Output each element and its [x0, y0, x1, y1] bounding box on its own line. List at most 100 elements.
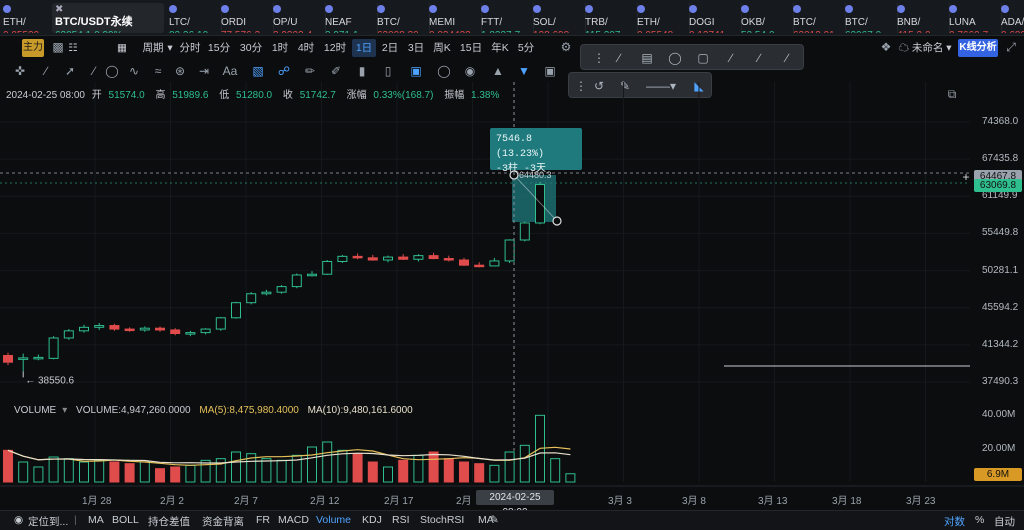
trash-icon[interactable]: ▲ — [490, 63, 506, 79]
expand-icon[interactable]: ⤢ — [1003, 39, 1019, 55]
rect-tool-icon[interactable]: ▢ — [693, 49, 713, 67]
main-force-tag[interactable]: 主力 — [22, 39, 44, 57]
indicator-button[interactable]: Volume — [316, 514, 351, 526]
gear-icon[interactable]: ⚙ — [558, 39, 574, 55]
interval-button[interactable]: 4时 — [294, 39, 318, 57]
interval-button[interactable]: 1时 — [268, 39, 292, 57]
ticker-item[interactable]: SOL/128.698 — [530, 3, 586, 33]
ticker-item[interactable]: ETH/0.05539 — [0, 3, 56, 33]
measure-icon[interactable]: ⇥ — [196, 63, 212, 79]
layout-icon[interactable]: ☷ — [68, 39, 78, 57]
indicator-button[interactable]: 持仓差值 — [148, 514, 190, 529]
interval-button[interactable]: 12时 — [320, 39, 350, 57]
ticker-item[interactable]: BTC/63008.30 — [374, 3, 430, 33]
hline-tool-icon[interactable]: ▤ — [637, 49, 657, 67]
ticker-item[interactable]: LTC/82.2610 — [166, 3, 222, 33]
ticker-item[interactable]: TRB/115.207 — [582, 3, 638, 33]
cloud-save-label[interactable]: ☁ 未命名 ▾ — [898, 39, 952, 57]
brush-icon[interactable]: ✐ — [328, 63, 344, 79]
chart-area[interactable]: ← 38550.6 64480.3 2024-02-25 08:00 开 5157… — [0, 82, 1024, 518]
indicator-button[interactable]: MA — [88, 514, 104, 526]
locate-icon[interactable]: ◉ — [14, 514, 23, 526]
copy-icon[interactable]: ▣ — [542, 63, 558, 79]
ticker-item[interactable]: ✖BTC/USDT永续63054.10.99% — [52, 3, 164, 33]
polyline-icon[interactable]: ∿ — [126, 63, 142, 79]
layout-grid-icon[interactable]: ▦ — [116, 39, 128, 57]
chevron-down-icon[interactable]: ▾ — [62, 405, 67, 416]
interval-button[interactable]: 周K — [430, 39, 454, 57]
indicator-button[interactable]: MACD — [278, 514, 309, 526]
crosshair-icon[interactable]: ✜ — [12, 63, 28, 79]
period-label[interactable]: 周期 — [140, 39, 166, 57]
indicator-button[interactable]: BOLL — [112, 514, 139, 526]
line-tool-icon[interactable]: ∕ — [609, 49, 629, 67]
double-line-icon[interactable]: ∕ — [749, 49, 769, 67]
indicator-button[interactable]: 资金背离 — [202, 514, 244, 529]
interval-button[interactable]: 15分 — [204, 39, 234, 57]
ticker-item[interactable]: BNB/415.30. — [894, 3, 950, 33]
slash-tool-icon[interactable]: ∕ — [721, 49, 741, 67]
volume-bar — [3, 449, 13, 483]
ticker-item[interactable]: BTC/63012.91 — [790, 3, 846, 33]
kline-analysis-button[interactable]: K线分析 — [958, 39, 998, 57]
log-scale-button[interactable]: 对数 — [944, 514, 965, 529]
filter-icon[interactable]: ▼ — [516, 63, 532, 79]
candle — [261, 291, 272, 295]
drag-handle-icon[interactable]: ⋮ — [589, 49, 609, 67]
ticker-item[interactable]: BTC/62967.0 — [842, 3, 898, 33]
pitchfork-icon[interactable]: ⊛ — [172, 63, 188, 79]
ma5-line — [7, 446, 571, 466]
indicator-button[interactable]: StochRSI — [420, 514, 464, 526]
pattern-icon[interactable]: ▧ — [250, 63, 266, 79]
chevron-down-icon[interactable]: ▾ — [166, 39, 174, 57]
indicator-icon[interactable]: ❖ — [878, 39, 894, 55]
fib-icon[interactable]: ≈ — [150, 63, 166, 79]
interval-button[interactable]: 2日 — [378, 39, 402, 57]
close-icon[interactable]: ✖ — [55, 4, 63, 15]
fullscreen-icon[interactable]: ⧉ — [944, 86, 960, 102]
interval-button[interactable]: 30分 — [236, 39, 266, 57]
magnet-icon[interactable]: ▣ — [408, 63, 424, 79]
triple-line-icon[interactable]: ∕ — [777, 49, 797, 67]
ticker-item[interactable]: ADA/0.68979 — [998, 3, 1024, 33]
auto-button[interactable]: 自动 — [994, 514, 1015, 529]
chart-type-icon[interactable]: ▩ — [50, 39, 66, 55]
ray-icon[interactable]: ➚ — [62, 63, 78, 79]
ticker-item[interactable]: ETH/0.05548 — [634, 3, 690, 33]
ticker-price-row: 115.207 — [585, 29, 637, 33]
interval-button[interactable]: 分时 — [178, 39, 202, 57]
candles-icon[interactable]: ▮ — [354, 63, 370, 79]
hide-icon[interactable]: ◉ — [462, 63, 478, 79]
indicator-button[interactable]: RSI — [392, 514, 410, 526]
interval-button[interactable]: 年K — [488, 39, 512, 57]
ticker-item[interactable]: OKB/52.540. — [738, 3, 794, 33]
ruler-icon[interactable]: ✏ — [302, 63, 318, 79]
text-tool-icon[interactable]: Aa — [220, 63, 240, 79]
pattern2-icon[interactable]: ☍ — [276, 63, 292, 79]
interval-button[interactable]: 15日 — [456, 39, 486, 57]
ticker-item[interactable]: MEMI 0.034432 — [426, 3, 482, 33]
ticker-item[interactable]: ORDI77.5763 — [218, 3, 274, 33]
indicator-button[interactable]: FR — [256, 514, 270, 526]
indicator-button[interactable]: KDJ — [362, 514, 382, 526]
add-icon[interactable]: + — [958, 169, 974, 185]
interval-button[interactable]: 1日 — [352, 39, 376, 57]
locate-button[interactable]: 定位到... — [28, 514, 68, 529]
edit-icon[interactable]: ✎ — [490, 514, 499, 526]
ellipse-icon[interactable]: ◯ — [104, 63, 120, 79]
circle-tool-icon[interactable]: ◯ — [665, 49, 685, 67]
parallel-channel-icon[interactable]: ⁄ — [86, 63, 102, 79]
interval-button[interactable]: 5分 — [514, 39, 538, 57]
interval-button[interactable]: 3日 — [404, 39, 428, 57]
ticker-item[interactable]: NEAF3.9711 — [322, 3, 378, 33]
ticker-item[interactable]: FTT/1.82377 — [478, 3, 534, 33]
ticker-item[interactable]: OP/U3.93024 — [270, 3, 326, 33]
ticker-item[interactable]: LUNA0.76607 — [946, 3, 1002, 33]
trendline-icon[interactable]: ∕ — [38, 63, 54, 79]
candle — [535, 184, 545, 224]
ticker-item[interactable]: DOGI 0.12741 — [686, 3, 742, 33]
price-tick-label: 45594.2 — [982, 301, 1019, 313]
bars-icon[interactable]: ▯ — [380, 63, 396, 79]
percent-button[interactable]: % — [975, 514, 984, 526]
lock-icon[interactable]: ◯ — [436, 63, 452, 79]
